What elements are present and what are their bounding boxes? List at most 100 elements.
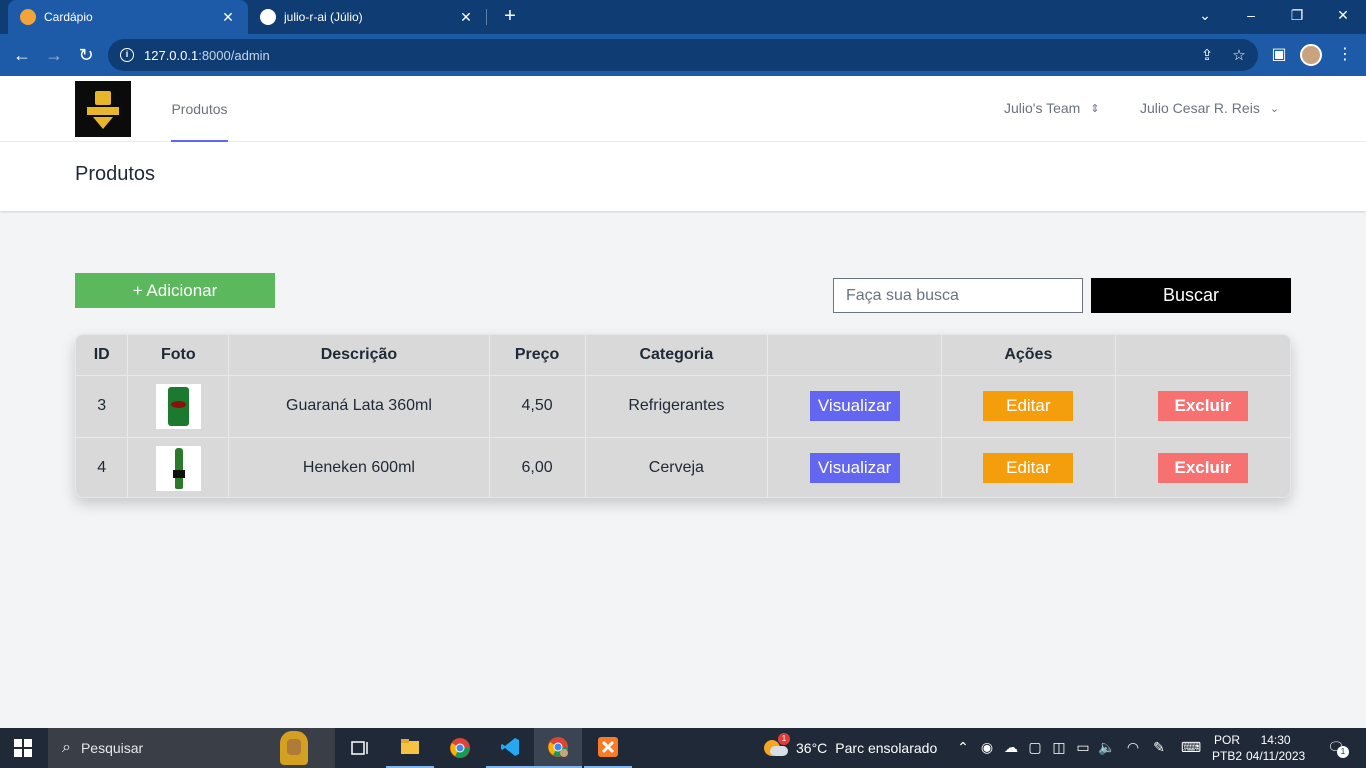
cell-id: 4 (76, 437, 129, 497)
browser-toolbar: ← → ↻ i 127.0.0.1:8000/admin ⇪ ☆ ▣ ⋮ (0, 34, 1366, 76)
search-highlight-pharaoh-icon (270, 729, 330, 767)
vscode-icon[interactable] (486, 728, 534, 768)
weather-widget[interactable]: 1 36°C Parc ensolarado (764, 728, 937, 768)
browser-tab-bar: Cardápio ✕ julio-r-ai (Júlio) ✕ + ⌄ – ❐ … (0, 0, 1366, 34)
cell-category: Refrigerantes (585, 375, 769, 437)
minimize-icon[interactable]: – (1228, 0, 1274, 30)
address-bar[interactable]: i 127.0.0.1:8000/admin ⇪ ☆ (108, 39, 1258, 71)
page-header: Produtos (0, 142, 1366, 211)
tab-title: julio-r-ai (Júlio) (284, 10, 363, 24)
close-tab-icon[interactable]: ✕ (220, 9, 236, 26)
user-name: Julio Cesar R. Reis (1140, 100, 1260, 116)
clock-date: 04/11/2023 (1246, 749, 1306, 763)
input-language-indicator[interactable]: POR PTB2 (1212, 732, 1242, 764)
cell-price: 4,50 (489, 375, 586, 437)
table-row: 4 Heneken 600ml 6,00 Cerveja Visualizar … (76, 437, 1290, 497)
delete-button[interactable]: Excluir (1157, 453, 1248, 484)
windows-taskbar: ⌕ Pesquisar 1 36°C Parc ensolarado ⌃ ◉ ☁… (0, 728, 1366, 768)
language-code: POR (1214, 733, 1241, 747)
column-header-category: Categoria (585, 335, 769, 375)
reload-icon[interactable]: ↻ (73, 42, 99, 68)
volume-icon[interactable]: 🔈 (1098, 738, 1116, 756)
taskbar-search-placeholder: Pesquisar (80, 740, 144, 756)
camera-icon[interactable]: ◫ (1050, 738, 1068, 756)
battery-icon[interactable]: ▭ (1074, 738, 1092, 756)
forward-icon[interactable]: → (41, 42, 67, 68)
edit-button[interactable]: Editar (983, 453, 1074, 484)
search-input[interactable] (833, 278, 1083, 313)
notifications-icon[interactable]: 🗨 1 (1325, 738, 1349, 758)
weather-description: Parc ensolarado (835, 740, 938, 756)
onedrive-warning-icon[interactable]: ☁ (1002, 738, 1020, 756)
record-icon[interactable]: ◉ (978, 738, 996, 756)
nav-link-produtos[interactable]: Produtos (171, 76, 228, 142)
column-header-photo: Foto (127, 335, 230, 375)
soda-can-icon (167, 386, 189, 426)
column-header-description: Descrição (228, 335, 490, 375)
url-text: 127.0.0.1:8000/admin (144, 47, 270, 63)
tab-cardapio[interactable]: Cardápio ✕ (8, 0, 248, 34)
tab-title: Cardápio (44, 10, 93, 24)
cell-category: Cerveja (585, 437, 769, 497)
logo-beer-mug (95, 91, 111, 105)
column-header-empty (1115, 335, 1290, 375)
site-favicon-icon (20, 9, 36, 25)
more-menu-icon[interactable]: ⋮ (1332, 42, 1358, 68)
app-navbar: Produtos Julio's Team ⇕ Julio Cesar R. R… (0, 76, 1366, 142)
new-tab-icon[interactable]: + (498, 4, 522, 28)
touch-keyboard-icon[interactable]: ⌨ (1180, 738, 1202, 756)
user-menu[interactable]: Julio Cesar R. Reis ⌄ (1140, 100, 1279, 116)
cell-delete: Excluir (1115, 437, 1290, 497)
cell-price: 6,00 (489, 437, 586, 497)
tab-search-chevron-icon[interactable]: ⌄ (1182, 0, 1228, 30)
table-row: 3 Guaraná Lata 360ml 4,50 Refrigerantes … (76, 375, 1290, 437)
logo-banner (87, 107, 119, 115)
cell-description: Guaraná Lata 360ml (228, 375, 490, 437)
chrome-icon[interactable] (436, 728, 484, 768)
add-product-button[interactable]: + Adicionar (75, 273, 275, 308)
clock-time: 14:30 (1260, 733, 1291, 747)
bookmark-star-icon[interactable]: ☆ (1230, 47, 1248, 65)
screen-capture-icon[interactable]: ▢ (1026, 738, 1044, 756)
view-button[interactable]: Visualizar (809, 391, 900, 421)
pen-icon[interactable]: ✎ (1150, 738, 1168, 756)
logo-shield (93, 117, 113, 129)
cell-view: Visualizar (767, 437, 942, 497)
windows-start-icon[interactable] (14, 739, 32, 757)
notification-count: 1 (1337, 746, 1349, 758)
column-header-price: Preço (489, 335, 586, 375)
task-view-icon[interactable] (336, 728, 384, 768)
restore-icon[interactable]: ❐ (1274, 0, 1320, 30)
github-icon (260, 9, 276, 25)
cell-photo (127, 375, 230, 437)
edit-button[interactable]: Editar (983, 391, 1074, 421)
close-tab-icon[interactable]: ✕ (458, 9, 474, 26)
chrome-profile-icon[interactable] (534, 728, 582, 768)
share-icon[interactable]: ⇪ (1198, 47, 1216, 65)
delete-button[interactable]: Excluir (1157, 391, 1248, 421)
side-panel-icon[interactable]: ▣ (1266, 42, 1292, 68)
view-button[interactable]: Visualizar (809, 453, 900, 484)
column-header-id: ID (76, 335, 129, 375)
cell-id: 3 (76, 375, 129, 437)
clock[interactable]: 14:30 04/11/2023 (1246, 732, 1305, 764)
keyboard-layout: PTB2 (1212, 749, 1243, 763)
xampp-icon[interactable] (584, 728, 632, 768)
show-hidden-icons-chevron-icon[interactable]: ⌃ (954, 738, 972, 756)
search-icon: ⌕ (62, 739, 71, 756)
weather-temperature: 36°C (796, 740, 828, 756)
wifi-icon[interactable]: ◠ (1124, 738, 1142, 756)
chevron-up-down-icon: ⇕ (1090, 102, 1100, 115)
site-info-icon[interactable]: i (120, 48, 134, 62)
file-explorer-icon[interactable] (386, 728, 434, 768)
products-table: ID Foto Descrição Preço Categoria Ações … (75, 334, 1291, 498)
cell-view: Visualizar (767, 375, 942, 437)
close-window-icon[interactable]: ✕ (1320, 0, 1366, 30)
brand-logo[interactable] (75, 81, 131, 137)
profile-avatar[interactable] (1300, 44, 1322, 66)
team-switcher[interactable]: Julio's Team ⇕ (1004, 100, 1100, 116)
search-button[interactable]: Buscar (1091, 278, 1291, 313)
weather-alert-badge: 1 (778, 733, 790, 745)
tab-github[interactable]: julio-r-ai (Júlio) ✕ (248, 0, 486, 34)
back-icon[interactable]: ← (9, 42, 35, 68)
